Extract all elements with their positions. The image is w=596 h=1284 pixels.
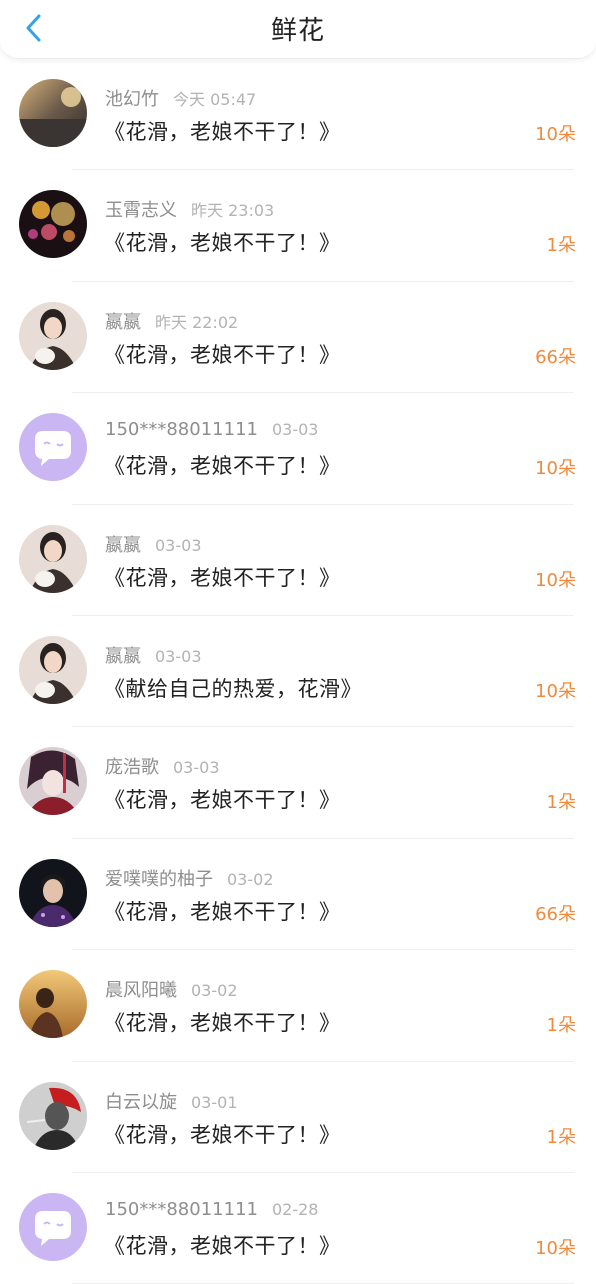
flower-count: 1朵: [546, 1126, 576, 1148]
list-item[interactable]: 150***88011111 03-03 《花滑，老娘不干了！》 10朵: [0, 393, 596, 505]
work-title[interactable]: 《花滑，老娘不干了！》: [104, 339, 341, 369]
list-item[interactable]: 嬴嬴 昨天 22:02 《花滑，老娘不干了！》 66朵: [0, 282, 596, 394]
girl-with-cat-avatar: [19, 524, 87, 593]
timestamp: 03-03: [271, 420, 319, 440]
timestamp: 03-02: [191, 981, 238, 1001]
timestamp: 03-01: [191, 1092, 238, 1112]
top-bar: 鲜花: [0, 0, 596, 59]
list-item[interactable]: 庞浩歌 03-03 《花滑，老娘不干了！》 1朵: [0, 727, 596, 839]
timestamp: 03-03: [173, 758, 220, 778]
work-title[interactable]: 《花滑，老娘不干了！》: [104, 896, 341, 926]
sender-name[interactable]: 嬴嬴: [105, 312, 141, 333]
timestamp: 03-02: [227, 869, 274, 889]
timestamp: 03-03: [155, 535, 202, 555]
list-item[interactable]: 白云以旋 03-01 《花滑，老娘不干了！》 1朵: [0, 1062, 596, 1173]
work-title[interactable]: 《花滑，老娘不干了！》: [104, 784, 341, 814]
sender-name[interactable]: 白云以旋: [105, 1092, 177, 1113]
avatar[interactable]: [19, 79, 87, 147]
avatar[interactable]: [19, 747, 87, 816]
avatar[interactable]: [19, 1081, 87, 1150]
bokeh-lights-avatar: [19, 190, 87, 259]
sender-name[interactable]: 嬴嬴: [105, 535, 141, 556]
work-title[interactable]: 《花滑，老娘不干了！》: [104, 116, 341, 146]
timestamp: 03-03: [155, 646, 202, 666]
sender-meta: 嬴嬴 03-03: [105, 531, 202, 557]
sender-name[interactable]: 庞浩歌: [105, 757, 159, 778]
work-title[interactable]: 《花滑，老娘不干了！》: [104, 227, 341, 257]
sender-meta: 白云以旋 03-01: [105, 1088, 238, 1114]
work-title[interactable]: 《献给自己的热爱，花滑》: [104, 673, 362, 703]
list-item[interactable]: 晨风阳曦 03-02 《花滑，老娘不干了！》 1朵: [0, 950, 596, 1062]
work-title[interactable]: 《花滑，老娘不干了！》: [104, 450, 341, 480]
default-chat-bubble-avatar: [19, 1192, 87, 1261]
flower-count: 66朵: [535, 903, 576, 925]
list-item[interactable]: 嬴嬴 03-03 《花滑，老娘不干了！》 10朵: [0, 505, 596, 616]
flower-count: 1朵: [546, 792, 576, 814]
avatar[interactable]: [19, 413, 87, 482]
sender-name[interactable]: 150***88011111: [105, 419, 258, 440]
list-item[interactable]: 池幻竹 今天 05:47 《花滑，老娘不干了！》 10朵: [0, 59, 596, 171]
sender-meta: 嬴嬴 昨天 22:02: [105, 308, 238, 334]
work-title[interactable]: 《花滑，老娘不干了！》: [104, 1007, 341, 1037]
flower-count: 10朵: [535, 569, 576, 591]
sender-name[interactable]: 玉霄志义: [105, 200, 177, 221]
flower-count: 10朵: [535, 1237, 576, 1259]
sender-meta: 150***88011111 03-03: [105, 419, 318, 440]
sender-name[interactable]: 嬴嬴: [105, 646, 141, 667]
sunset-photo-avatar: [19, 79, 87, 147]
sender-meta: 晨风阳曦 03-02: [105, 976, 238, 1002]
flower-record-list: 池幻竹 今天 05:47 《花滑，老娘不干了！》 10朵 玉霄志义 昨天 23:03 《花滑…: [0, 59, 596, 1284]
work-title[interactable]: 《花滑，老娘不干了！》: [104, 562, 341, 592]
sender-meta: 爱噗噗的柚子 03-02: [105, 865, 274, 891]
flower-count: 10朵: [535, 458, 576, 480]
timestamp: 02-28: [271, 1199, 319, 1219]
sender-name[interactable]: 池幻竹: [105, 89, 159, 110]
list-item[interactable]: 玉霄志义 昨天 23:03 《花滑，老娘不干了！》 1朵: [0, 170, 596, 282]
avatar[interactable]: [19, 190, 87, 259]
flower-count: 10朵: [535, 124, 576, 145]
sender-meta: 玉霄志义 昨天 23:03: [105, 196, 274, 222]
list-item[interactable]: 嬴嬴 03-03 《献给自己的热爱，花滑》 10朵: [0, 616, 596, 728]
avatar[interactable]: [19, 524, 87, 593]
avatar[interactable]: [19, 970, 87, 1039]
work-title[interactable]: 《花滑，老娘不干了！》: [104, 1230, 341, 1260]
page-title: 鲜花: [270, 16, 325, 46]
red-hair-smoking-avatar: [19, 1081, 87, 1150]
sender-meta: 池幻竹 今天 05:47: [105, 85, 256, 111]
timestamp: 今天 05:47: [173, 90, 257, 109]
girl-with-cat-avatar: [19, 635, 87, 704]
sender-name[interactable]: 晨风阳曦: [105, 980, 177, 1001]
avatar[interactable]: [19, 301, 87, 370]
default-chat-bubble-avatar: [19, 413, 87, 482]
girl-with-cat-avatar: [19, 301, 87, 370]
avatar[interactable]: [19, 1192, 87, 1261]
sender-meta: 庞浩歌 03-03: [105, 753, 220, 779]
sender-meta: 150***88011111 02-28: [105, 1199, 318, 1220]
flower-count: 10朵: [535, 680, 576, 702]
avatar[interactable]: [19, 635, 87, 704]
list-item[interactable]: 150***88011111 02-28 《花滑，老娘不干了！》 10朵: [0, 1173, 596, 1284]
sender-meta: 嬴嬴 03-03: [105, 642, 202, 668]
golden-field-avatar: [19, 970, 87, 1039]
timestamp: 昨天 23:03: [191, 201, 275, 221]
work-title[interactable]: 《花滑，老娘不干了！》: [104, 1119, 341, 1149]
man-portrait-avatar: [19, 858, 87, 927]
list-item[interactable]: 爱噗噗的柚子 03-02 《花滑，老娘不干了！》 66朵: [0, 839, 596, 951]
anime-character-avatar: [19, 747, 87, 816]
flower-count: 1朵: [546, 235, 576, 257]
flower-count: 1朵: [546, 1015, 576, 1037]
sender-name[interactable]: 爱噗噗的柚子: [105, 869, 213, 890]
timestamp: 昨天 22:02: [155, 312, 239, 332]
sender-name[interactable]: 150***88011111: [105, 1199, 258, 1220]
avatar[interactable]: [19, 858, 87, 927]
flower-count: 66朵: [535, 346, 576, 368]
